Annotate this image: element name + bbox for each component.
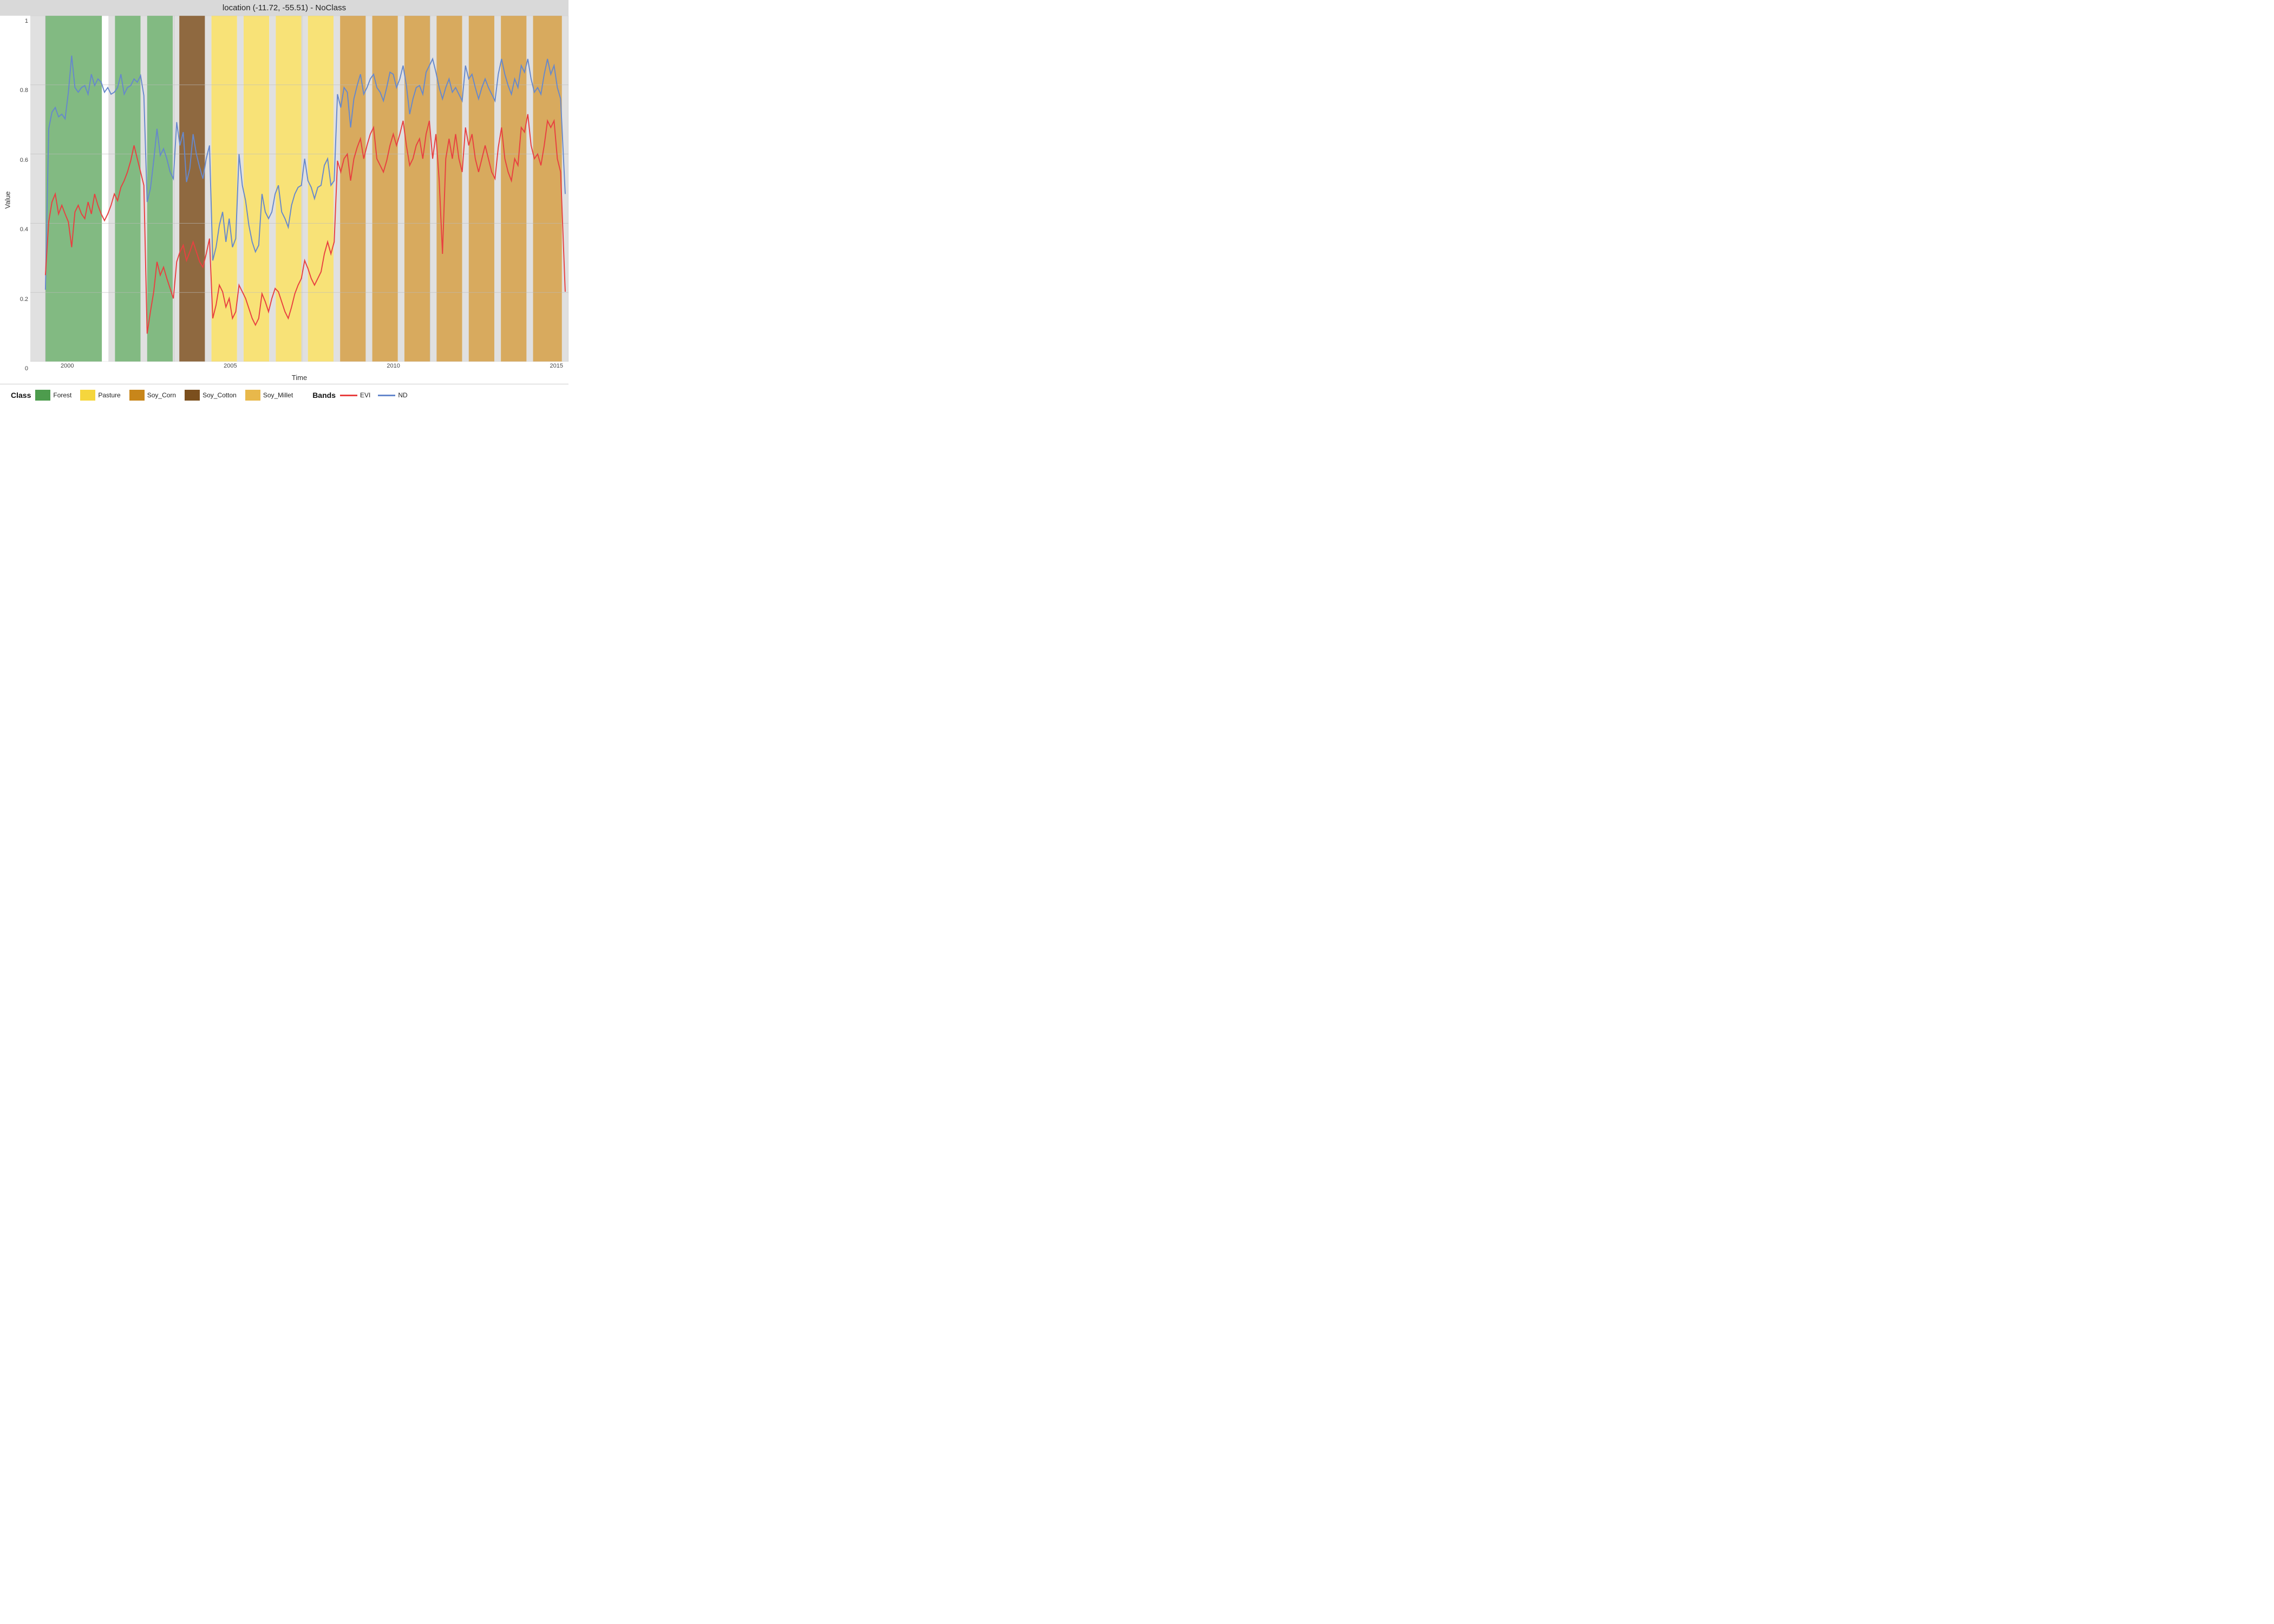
plot-svg-area <box>30 16 568 362</box>
y-tick-02: 0.2 <box>20 296 28 303</box>
chart-area: Value 1 0.8 0.6 0.4 0.2 0 <box>0 16 568 384</box>
legend-label-forest: Forest <box>53 391 71 399</box>
chart-title: location (-11.72, -55.51) - NoClass <box>0 0 568 16</box>
legend-swatch-forest <box>35 390 50 401</box>
y-tick-0: 0 <box>25 365 28 372</box>
legend-label-nd: ND <box>398 391 407 399</box>
legend-label-pasture: Pasture <box>98 391 120 399</box>
y-tick-08: 0.8 <box>20 87 28 94</box>
y-ticks: 1 0.8 0.6 0.4 0.2 0 <box>15 16 30 384</box>
legend-label-soy-cotton: Soy_Cotton <box>202 391 237 399</box>
legend-line-evi <box>340 395 357 396</box>
plot-container: 2000 2005 2010 2015 Time <box>30 16 568 384</box>
legend-label-soy-millet: Soy_Millet <box>263 391 293 399</box>
legend-class-label: Class <box>11 391 31 400</box>
y-tick-04: 0.4 <box>20 226 28 233</box>
legend-line-nd <box>378 395 395 396</box>
legend-label-evi: EVI <box>360 391 370 399</box>
legend-label-soy-corn: Soy_Corn <box>147 391 176 399</box>
legend: Class Forest Pasture Soy_Corn Soy_Cotton… <box>0 384 568 406</box>
x-axis-label: Time <box>30 372 568 384</box>
main-chart-svg <box>30 16 568 362</box>
x-tick-2015: 2015 <box>550 363 563 372</box>
x-tick-2000: 2000 <box>61 363 74 372</box>
y-tick-1: 1 <box>25 18 28 24</box>
legend-item-nd: ND <box>378 391 407 399</box>
x-tick-2010: 2010 <box>387 363 400 372</box>
legend-swatch-soy-millet <box>245 390 260 401</box>
legend-bands-label: Bands <box>312 391 336 400</box>
legend-swatch-soy-cotton <box>185 390 200 401</box>
legend-item-soy-millet: Soy_Millet <box>245 390 293 401</box>
y-tick-06: 0.6 <box>20 157 28 163</box>
app-container: location (-11.72, -55.51) - NoClass Valu… <box>0 0 568 406</box>
legend-item-pasture: Pasture <box>80 390 120 401</box>
legend-item-soy-corn: Soy_Corn <box>129 390 176 401</box>
x-ticks: 2000 2005 2010 2015 <box>30 362 568 372</box>
legend-item-evi: EVI <box>340 391 370 399</box>
y-axis-label-container: Value <box>0 16 15 384</box>
x-tick-2005: 2005 <box>224 363 237 372</box>
y-axis-label: Value <box>4 191 12 208</box>
legend-swatch-pasture <box>80 390 95 401</box>
legend-item-soy-cotton: Soy_Cotton <box>185 390 237 401</box>
legend-item-forest: Forest <box>35 390 71 401</box>
legend-swatch-soy-corn <box>129 390 145 401</box>
